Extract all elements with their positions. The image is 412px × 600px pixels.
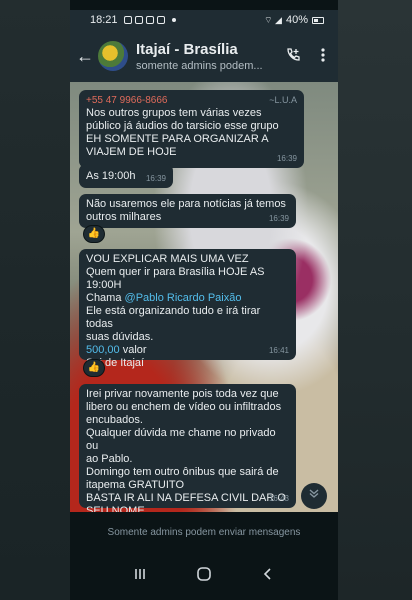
sender-phone: +55 47 9966-8666 bbox=[86, 95, 168, 106]
message-line: 500,00 valor bbox=[86, 344, 289, 357]
message-line: encubados. bbox=[86, 414, 143, 426]
message-time: 16:39 bbox=[276, 154, 297, 163]
message-line: Nos outros grupos tem várias vezes bbox=[86, 107, 262, 119]
app-notification-icon bbox=[123, 16, 132, 24]
battery-icon bbox=[312, 16, 324, 24]
reaction-thumbs-up[interactable]: 👍 bbox=[83, 359, 105, 377]
message-line: ao Pablo. bbox=[86, 453, 133, 465]
chat-background: +55 47 9966-8666 ~L.U.A Nos outros grupo… bbox=[70, 82, 338, 517]
reaction-thumbs-up[interactable]: 👍 bbox=[83, 225, 105, 243]
more-options-icon[interactable] bbox=[308, 47, 338, 66]
message-sender: +55 47 9966-8666 ~L.U.A bbox=[86, 94, 297, 107]
home-icon[interactable] bbox=[184, 566, 224, 587]
android-nav-bar bbox=[70, 552, 338, 600]
status-time: 18:21 bbox=[90, 14, 118, 26]
instagram-icon bbox=[156, 16, 165, 24]
message-line: 19:00H bbox=[86, 279, 122, 291]
message-bubble[interactable]: +55 47 9966-8666 ~L.U.A Nos outros grupo… bbox=[79, 90, 304, 168]
phone-screen: 18:21 ⌔ ◢ 40% ← Itajaí - Brasília soment… bbox=[70, 0, 338, 600]
message-line: Ele está organizando tudo e irá tirar to… bbox=[86, 305, 261, 330]
price-suffix: valor bbox=[119, 344, 147, 356]
background-left bbox=[0, 0, 70, 600]
notification-icons bbox=[123, 16, 176, 24]
message-line: Chama @Pablo Ricardo Paixão bbox=[86, 292, 289, 305]
status-bar: 18:21 ⌔ ◢ 40% bbox=[70, 10, 338, 30]
message-bubble[interactable]: Irei privar novamente pois toda vez que … bbox=[79, 384, 296, 517]
message-line: Quem quer ir para Brasília HOJE AS bbox=[86, 266, 265, 278]
background-right bbox=[338, 0, 412, 600]
group-avatar[interactable] bbox=[98, 41, 128, 71]
message-line: itapema GRATUITO bbox=[86, 479, 185, 491]
message-time: 16:43 bbox=[268, 494, 289, 503]
app-notification-icon bbox=[134, 16, 143, 24]
battery-percent: 40% bbox=[285, 14, 308, 26]
scroll-down-icon[interactable] bbox=[301, 483, 327, 509]
chat-info[interactable]: Itajaí - Brasília somente admins podem..… bbox=[136, 41, 278, 72]
message-bubble[interactable]: Não usaremos ele para notícias já temos … bbox=[79, 194, 296, 228]
message-line: VOU EXPLICAR MAIS UMA VEZ bbox=[86, 253, 249, 265]
more-notifications-icon bbox=[171, 18, 176, 22]
recent-apps-icon[interactable] bbox=[120, 567, 160, 586]
mention-link[interactable]: @Pablo Ricardo Paixão bbox=[125, 292, 242, 304]
arrow-left-icon[interactable]: ← bbox=[74, 46, 96, 67]
back-icon[interactable] bbox=[248, 567, 288, 586]
chat-header: ← Itajaí - Brasília somente admins podem… bbox=[70, 30, 338, 82]
add-call-icon[interactable] bbox=[278, 47, 308, 66]
message-line: libero ou enchem de vídeo ou infiltrados bbox=[86, 401, 282, 413]
message-bubble[interactable]: As 19:00h 16:39 bbox=[79, 164, 173, 188]
message-bubble[interactable]: VOU EXPLICAR MAIS UMA VEZ Quem quer ir p… bbox=[79, 249, 296, 369]
admins-only-notice: Somente admins podem enviar mensagens bbox=[70, 512, 338, 552]
message-line: VIAJEM DE HOJE bbox=[86, 146, 177, 158]
message-line: Domingo tem outro ônibus que sairá de bbox=[86, 466, 279, 478]
message-line: BASTA IR ALI NA DEFESA CIVIL DAR O bbox=[86, 492, 286, 504]
message-line: público já áudios do tarsicio esse grupo bbox=[86, 120, 279, 132]
signal-icon: ⌔ ◢ bbox=[264, 14, 282, 25]
chama-text: Chama bbox=[86, 292, 125, 304]
message-time: 16:39 bbox=[268, 214, 289, 223]
message-line: Sai de Itajaí bbox=[86, 357, 145, 369]
message-line: EH SOMENTE PARA ORGANIZAR A bbox=[86, 133, 269, 145]
message-line: Qualquer dúvida me chame no privado ou bbox=[86, 427, 276, 452]
price-link[interactable]: 500,00 bbox=[86, 344, 120, 356]
message-time: 16:41 bbox=[268, 346, 289, 355]
app-notification-icon bbox=[145, 16, 154, 24]
chat-subtitle: somente admins podem... bbox=[136, 59, 263, 72]
message-line: Irei privar novamente pois toda vez que bbox=[86, 388, 279, 400]
chat-title: Itajaí - Brasília bbox=[136, 40, 238, 58]
message-line: suas dúvidas. bbox=[86, 331, 154, 343]
message-time: 16:39 bbox=[145, 174, 166, 183]
message-line: outros milhares bbox=[86, 211, 162, 223]
sender-alias: ~L.U.A bbox=[269, 95, 297, 105]
message-line: Não usaremos ele para notícias já temos bbox=[86, 198, 286, 210]
